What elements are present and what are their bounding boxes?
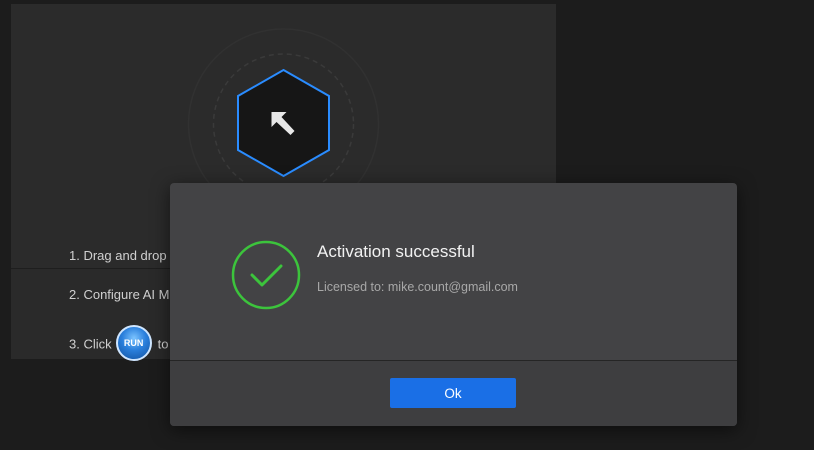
step-1-text: 1. Drag and drop: [69, 248, 167, 263]
dialog-footer: Ok: [170, 361, 737, 426]
step-configure: 2. Configure AI M: [69, 287, 169, 302]
step-drag-drop: 1. Drag and drop: [69, 248, 167, 263]
step-2-text: 2. Configure AI M: [69, 287, 170, 302]
step-3-prefix: 3. Click: [69, 336, 112, 352]
run-icon: RUN: [115, 325, 152, 361]
checkmark-circle-icon: [230, 239, 302, 311]
dialog-title: Activation successful: [317, 242, 475, 261]
license-info: Licensed to: mike.count@gmail.com: [317, 280, 518, 294]
activation-dialog: Activation successful Licensed to: mike.…: [170, 183, 737, 426]
ok-button[interactable]: Ok: [390, 378, 516, 408]
step-3-suffix: to: [157, 336, 169, 352]
dialog-body: Activation successful Licensed to: mike.…: [170, 183, 737, 360]
step-run: 3. Click RUN to: [69, 325, 169, 363]
